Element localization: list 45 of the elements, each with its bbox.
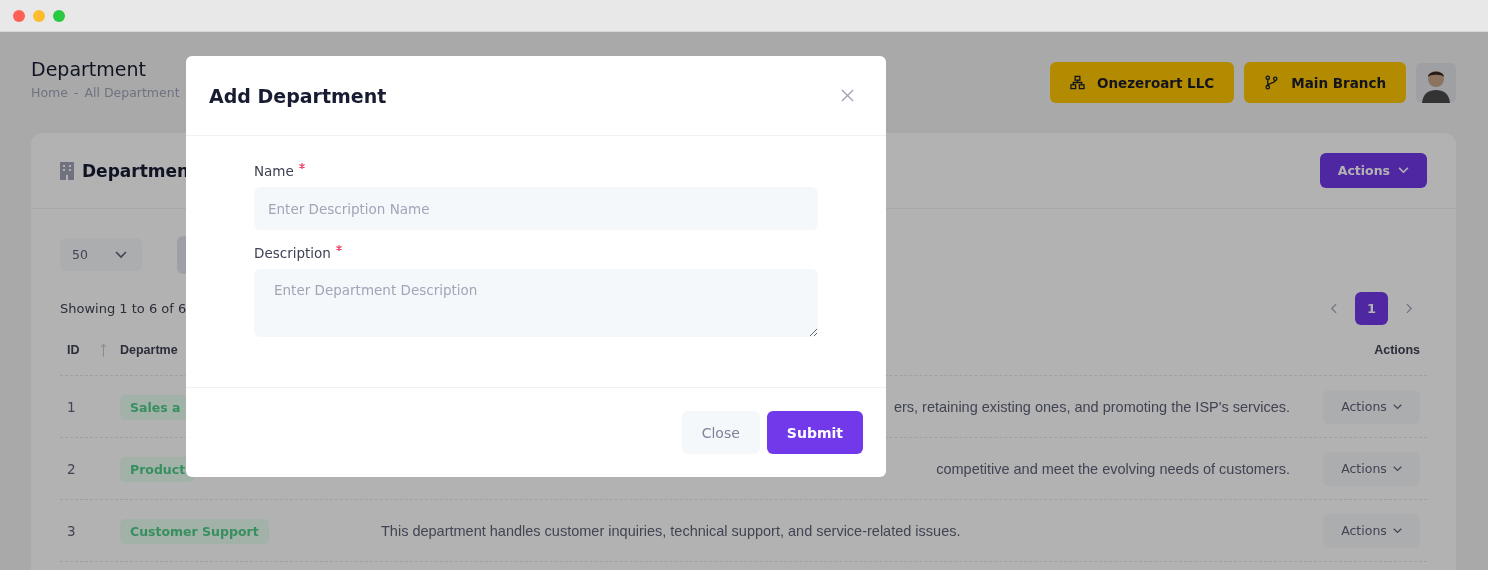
chevron-down-icon: [1398, 167, 1409, 174]
department-tag: Customer Support: [120, 519, 269, 544]
breadcrumb-separator: -: [73, 85, 79, 100]
description-textarea[interactable]: Enter Department Description: [254, 269, 818, 337]
row-actions-button[interactable]: Actions: [1323, 389, 1420, 424]
table-cell: This department handles customer inquiries, technical support, and service-related issues.: [381, 522, 961, 539]
branch-icon: [1264, 75, 1280, 90]
chevron-left-icon[interactable]: [1330, 302, 1337, 314]
close-icon[interactable]: [841, 89, 854, 102]
field-label: Description: [254, 245, 331, 261]
page-button[interactable]: 1: [1355, 291, 1388, 325]
page-size-select[interactable]: 50: [60, 238, 142, 271]
chevron-down-icon: [115, 250, 127, 259]
page-title: Department: [31, 58, 147, 80]
sort-icon[interactable]: [99, 342, 107, 358]
chevron-right-icon[interactable]: [1406, 302, 1413, 314]
table-cell: ers, retaining existing ones, and promoting the ISP's services.: [893, 398, 1290, 415]
maximize-button[interactable]: [53, 9, 65, 22]
actions-button[interactable]: Actions: [1319, 153, 1427, 188]
name-input[interactable]: Enter Description Name: [254, 187, 818, 230]
company-button[interactable]: Onezeroart LLC: [1050, 62, 1235, 103]
network-icon: [1070, 75, 1085, 90]
field-label: Name: [254, 163, 294, 179]
chevron-down-icon: [1392, 527, 1402, 534]
row-actions-button[interactable]: Actions: [1323, 513, 1420, 548]
close-button[interactable]: Close: [681, 411, 760, 454]
minimize-button[interactable]: [33, 9, 45, 22]
column-header: Actions: [1374, 343, 1420, 357]
table-cell: competitive and meet the evolving needs of customers.: [936, 460, 1290, 477]
showing-text: Showing 1 to 6 of 6: [60, 300, 187, 316]
table-cell: 1: [67, 398, 76, 415]
chevron-down-icon: [1392, 403, 1402, 410]
column-header[interactable]: Departme: [120, 343, 178, 357]
close-button[interactable]: [13, 9, 25, 22]
card-title: Departmen: [82, 160, 190, 181]
table-cell: 3: [67, 522, 76, 539]
avatar[interactable]: [1416, 62, 1456, 103]
branch-button[interactable]: Main Branch: [1244, 62, 1406, 103]
building-icon: [60, 161, 74, 180]
chevron-down-icon: [1392, 465, 1402, 472]
modal-title: Add Department: [209, 84, 387, 107]
row-actions-button[interactable]: Actions: [1323, 451, 1420, 486]
column-header[interactable]: ID: [67, 343, 80, 357]
table-cell: 2: [67, 460, 76, 477]
submit-button[interactable]: Submit: [766, 411, 863, 454]
